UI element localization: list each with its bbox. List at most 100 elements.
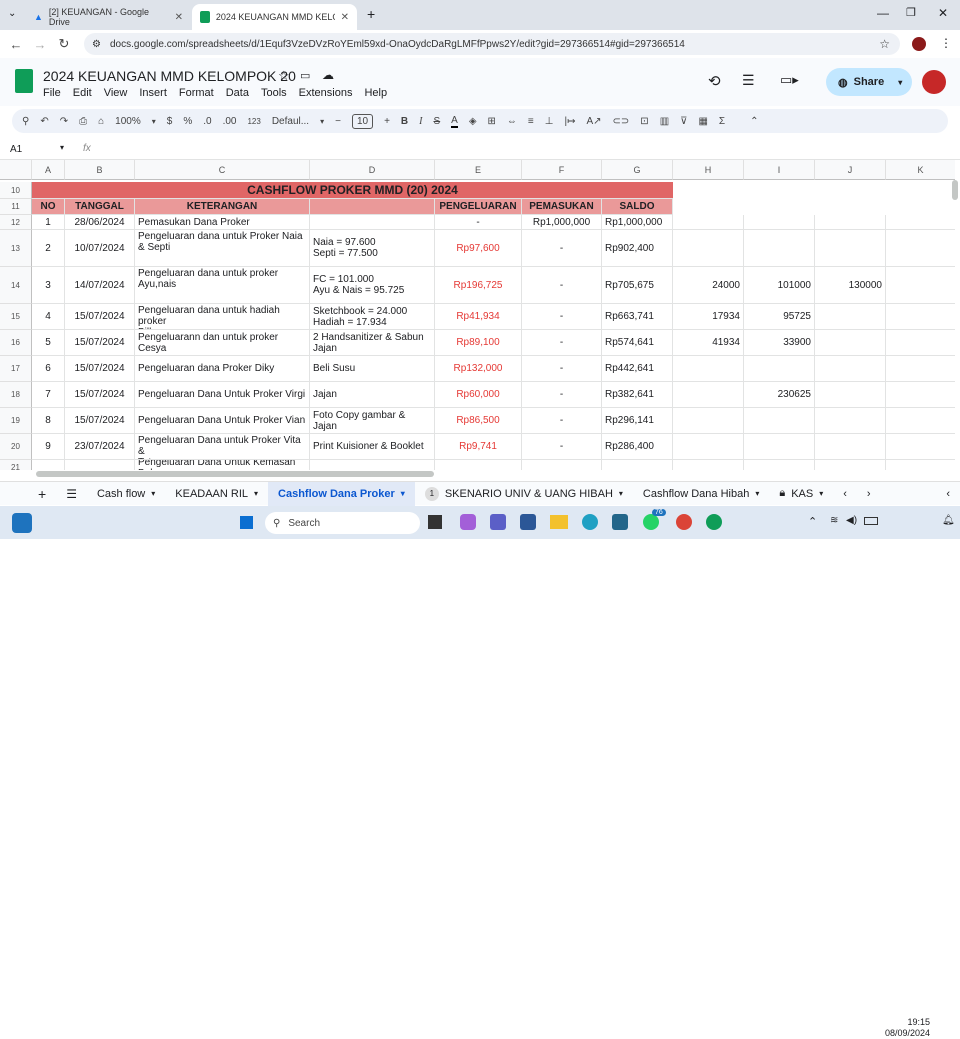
table-cell[interactable]: 15/07/2024 (65, 382, 135, 408)
font-select[interactable]: Defaul... (272, 116, 309, 127)
table-cell[interactable] (32, 460, 65, 470)
table-cell[interactable] (886, 408, 955, 434)
sheet-tab-cashflow-dana-hibah[interactable]: Cashflow Dana Hibah ▾ (633, 482, 769, 506)
menu-edit[interactable]: Edit (73, 87, 92, 99)
increase-decimal-button[interactable]: .00 (223, 116, 237, 127)
table-cell[interactable] (815, 460, 886, 470)
table-cell[interactable]: Pengeluaran Dana untuk Proker Vita & Tat… (135, 434, 310, 460)
font-size-decrease-icon[interactable]: − (335, 116, 341, 127)
table-cell[interactable] (886, 267, 955, 304)
back-icon[interactable]: ← (4, 37, 28, 52)
table-cell[interactable]: Rp296,141 (602, 408, 673, 434)
browser-tab-drive[interactable]: ▲ [2] KEUANGAN - Google Drive ✕ (26, 4, 191, 30)
teams-icon[interactable] (490, 514, 506, 530)
taskbar-clock[interactable]: 19:15 08/09/2024 (884, 1017, 930, 1039)
volume-icon[interactable]: ◀︎) (846, 515, 857, 526)
filter-views-icon[interactable]: ▦ (698, 116, 707, 127)
spreadsheet-grid[interactable]: A B C D E F G H I J K 10 11 CASHFLOW PRO… (0, 160, 955, 470)
table-cell[interactable]: Rp132,000 (435, 356, 522, 382)
borders-icon[interactable]: ⊞ (488, 116, 496, 127)
table-cell[interactable]: Rp902,400 (602, 230, 673, 267)
copilot-icon[interactable] (460, 514, 476, 530)
table-cell[interactable] (744, 408, 815, 434)
horizontal-align-icon[interactable]: ≡ (528, 116, 534, 127)
currency-button[interactable]: $ (167, 116, 173, 127)
table-cell[interactable]: 15/07/2024 (65, 330, 135, 356)
table-cell[interactable]: 17934 (673, 304, 744, 330)
table-cell[interactable]: - (522, 230, 602, 267)
table-cell[interactable]: Pengeluaran dana Proker Diky (135, 356, 310, 382)
formula-input[interactable] (100, 143, 940, 157)
edge-icon[interactable] (582, 514, 598, 530)
table-cell[interactable]: 101000 (744, 267, 815, 304)
menu-file[interactable]: File (43, 87, 61, 99)
close-icon[interactable]: ✕ (341, 12, 349, 23)
desktop-app-icon[interactable] (428, 515, 442, 529)
chevron-down-icon[interactable]: ▾ (401, 489, 405, 498)
menu-view[interactable]: View (104, 87, 128, 99)
menu-insert[interactable]: Insert (139, 87, 167, 99)
account-avatar[interactable] (922, 70, 946, 94)
table-cell[interactable]: Rp705,675 (602, 267, 673, 304)
chevron-down-icon[interactable]: ▾ (60, 143, 64, 152)
table-cell[interactable]: - (522, 434, 602, 460)
table-cell[interactable]: 2 (32, 230, 65, 267)
table-cell[interactable] (815, 408, 886, 434)
table-cell[interactable]: Pengeluaran dana untuk Proker Naia & Sep… (135, 230, 310, 267)
table-cell[interactable]: - (522, 304, 602, 330)
table-cell[interactable]: 8 (32, 408, 65, 434)
strikethrough-icon[interactable]: S (433, 116, 440, 127)
table-cell[interactable]: 33900 (744, 330, 815, 356)
store-icon[interactable] (612, 514, 628, 530)
browser-tab-sheets[interactable]: 2024 KEUANGAN MMD KELOM ✕ (192, 4, 357, 30)
table-cell[interactable] (744, 356, 815, 382)
link-icon[interactable]: ⊂⊃ (613, 116, 630, 127)
insert-comment-icon[interactable]: ⊡ (640, 116, 648, 127)
table-cell[interactable] (522, 460, 602, 470)
menu-help[interactable]: Help (364, 87, 387, 99)
table-cell[interactable]: 6 (32, 356, 65, 382)
header-pengeluaran[interactable]: PENGELUARAN (435, 199, 522, 215)
table-cell[interactable] (65, 460, 135, 470)
chevron-down-icon[interactable]: ▾ (254, 489, 258, 498)
filter-icon[interactable]: ⊽ (680, 116, 687, 127)
column-header[interactable]: B (65, 160, 135, 180)
table-cell[interactable]: Pengeluaran Dana Untuk Proker Vian (135, 408, 310, 434)
header-detail[interactable] (310, 199, 435, 215)
menu-extensions[interactable]: Extensions (299, 87, 353, 99)
notification-bell-icon[interactable]: 🔔︎ (942, 515, 955, 526)
table-cell[interactable]: - (522, 267, 602, 304)
start-icon[interactable] (238, 514, 255, 531)
table-cell[interactable]: 14/07/2024 (65, 267, 135, 304)
table-cell[interactable] (673, 460, 744, 470)
table-cell[interactable] (673, 434, 744, 460)
forward-icon[interactable]: → (28, 37, 52, 52)
table-cell[interactable] (815, 304, 886, 330)
table-cell[interactable]: 230625 (744, 382, 815, 408)
row-header[interactable]: 14 (0, 267, 32, 304)
table-cell[interactable] (886, 434, 955, 460)
scroll-left-icon[interactable]: ‹ (833, 482, 857, 506)
table-cell[interactable]: Foto Copy gambar & Jajan (310, 408, 435, 434)
close-window-icon[interactable]: ✕ (938, 6, 948, 20)
text-color-icon[interactable]: A (451, 115, 458, 128)
table-cell[interactable]: - (522, 382, 602, 408)
menu-data[interactable]: Data (226, 87, 249, 99)
row-header[interactable]: 12 (0, 215, 32, 230)
table-cell[interactable] (886, 330, 955, 356)
percent-button[interactable]: % (183, 116, 192, 127)
vertical-align-icon[interactable]: ⊥ (545, 116, 554, 127)
collapse-icon[interactable]: ‹ (936, 482, 960, 506)
table-cell[interactable]: Rp1,000,000 (602, 215, 673, 230)
comments-icon[interactable]: ☰ (742, 72, 755, 89)
table-cell[interactable] (310, 460, 435, 470)
all-sheets-icon[interactable]: ☰ (56, 482, 87, 506)
table-cell[interactable]: - (522, 408, 602, 434)
table-cell[interactable]: Rp86,500 (435, 408, 522, 434)
search-icon[interactable]: ⚲ (22, 116, 29, 127)
table-cell[interactable] (673, 215, 744, 230)
functions-icon[interactable]: Σ (719, 116, 725, 127)
table-cell[interactable]: 9 (32, 434, 65, 460)
table-cell[interactable]: Naia = 97.600 Septi = 77.500 (310, 230, 435, 267)
table-cell[interactable]: Rp663,741 (602, 304, 673, 330)
